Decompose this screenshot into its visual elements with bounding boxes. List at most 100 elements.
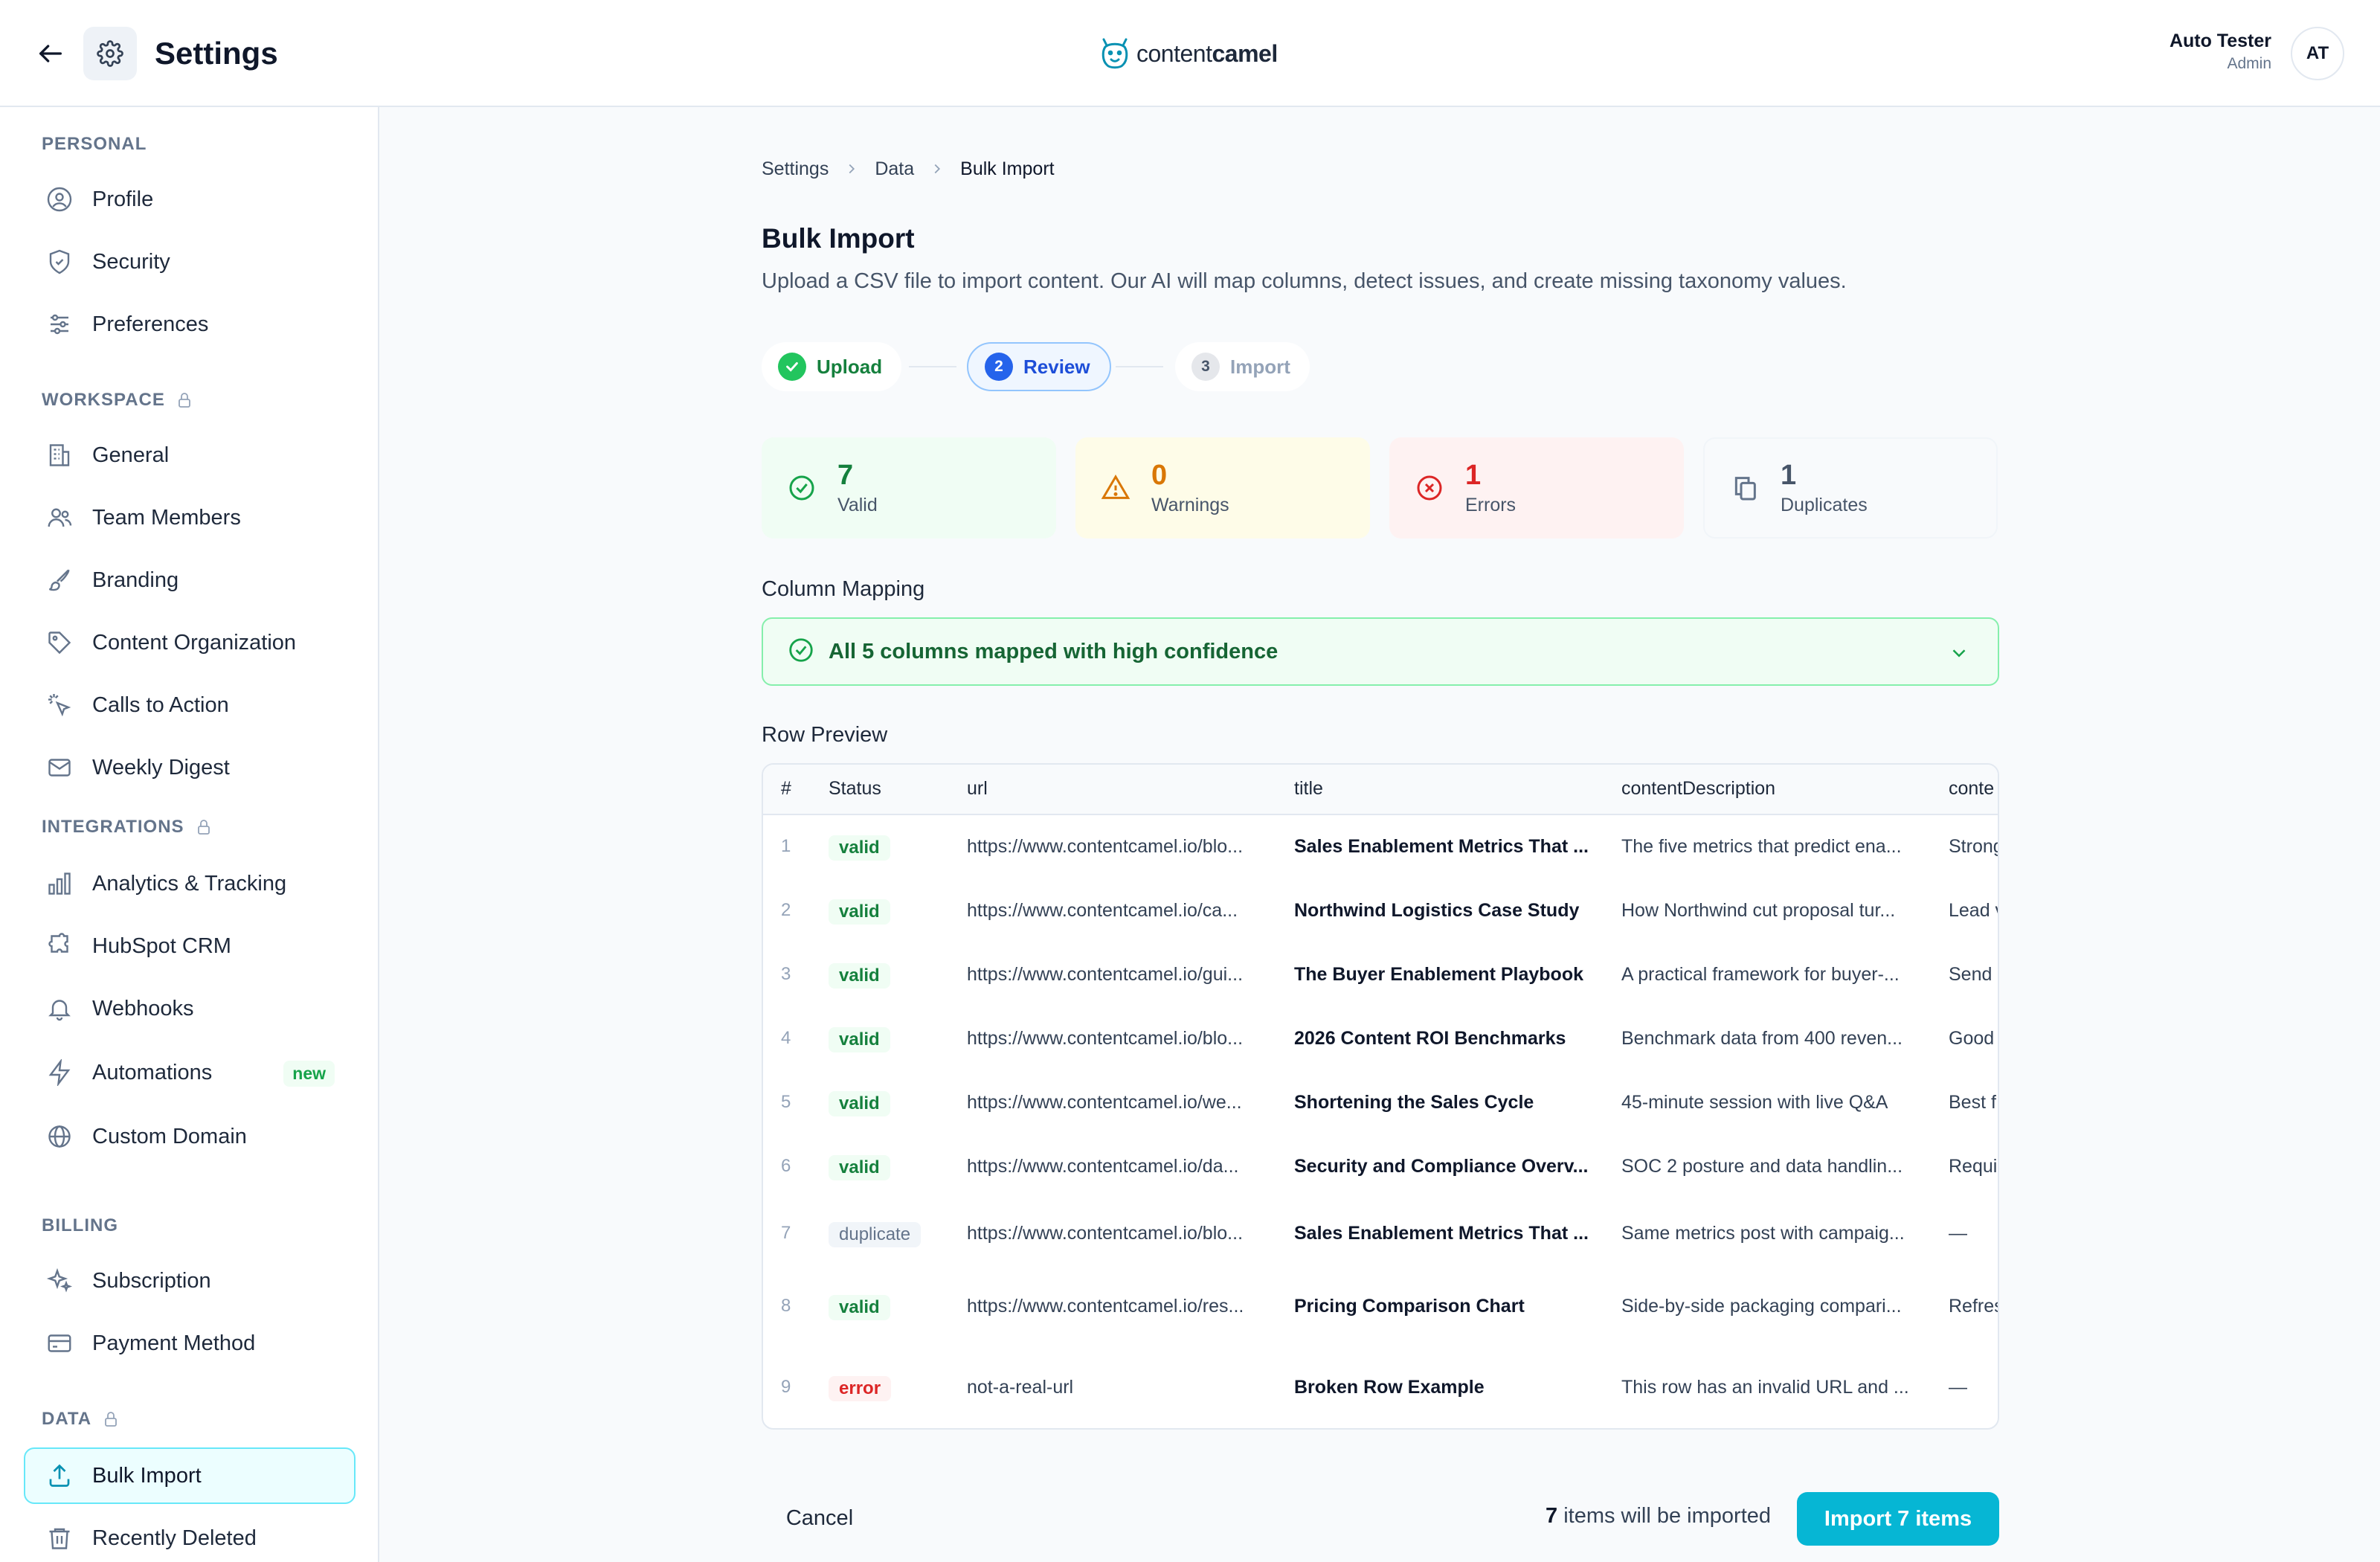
check-icon — [778, 353, 806, 381]
table-row[interactable]: 9 not-a-real-url Broken Row Example This ro… — [763, 1345, 1998, 1428]
section-label-billing: BILLING — [42, 1215, 118, 1235]
table-row[interactable]: 3 https://www.contentcamel.io/gui... The B… — [763, 943, 1998, 1007]
cell-title: Security and Compliance Overv... — [1294, 1156, 1589, 1177]
row-number: 9 — [781, 1377, 791, 1397]
settings-sidebar: PERSONAL Profile Security Preferences WO… — [0, 107, 379, 1562]
sidebar-item-recently-deleted[interactable]: Recently Deleted — [24, 1510, 356, 1562]
column-header: conte — [1949, 778, 1995, 799]
sidebar-item-label: Preferences — [92, 312, 209, 336]
cell-description: How Northwind cut proposal tur... — [1621, 900, 1896, 921]
upload-icon — [45, 1461, 74, 1491]
copy-icon — [1728, 472, 1761, 504]
table-header: # Status url title contentDescription co… — [763, 765, 1998, 815]
status-badge: valid — [829, 963, 890, 989]
table-row[interactable]: 4 https://www.contentcamel.io/blo... 2026 … — [763, 1007, 1998, 1071]
row-number: 3 — [781, 964, 791, 984]
pointer-click-icon — [45, 690, 74, 720]
cell-url: https://www.contentcamel.io/ca... — [967, 900, 1238, 921]
sidebar-item-label: Content Organization — [92, 630, 297, 655]
users-icon — [45, 503, 74, 533]
page-title: Bulk Import — [762, 223, 915, 254]
sidebar-item-calls-to-action[interactable]: Calls to Action — [24, 677, 356, 733]
cell-extra: — — [1949, 1223, 1967, 1244]
sidebar-item-bulk-import[interactable]: Bulk Import — [24, 1447, 356, 1504]
step-number: 3 — [1191, 353, 1220, 381]
step-number: 2 — [985, 353, 1013, 381]
back-button[interactable] — [31, 34, 70, 73]
tag-icon — [45, 628, 74, 658]
table-row[interactable]: 2 https://www.contentcamel.io/ca... Northw… — [763, 879, 1998, 943]
sidebar-item-automations[interactable]: Automations new — [24, 1044, 356, 1101]
chevron-down-icon[interactable] — [1944, 638, 1974, 668]
table-row[interactable]: 5 https://www.contentcamel.io/we... Shorte… — [763, 1071, 1998, 1135]
page-header-title: Settings — [155, 36, 278, 71]
table-row[interactable]: 7 https://www.contentcamel.io/blo... Sales… — [763, 1199, 1998, 1269]
cell-url: https://www.contentcamel.io/res... — [967, 1296, 1244, 1317]
contentcamel-logo[interactable]: contentcamel — [1098, 33, 1278, 74]
top-header: Settings contentcamel Auto Tester Admin … — [0, 0, 2380, 107]
row-preview-heading: Row Preview — [762, 723, 888, 747]
cell-title: The Buyer Enablement Playbook — [1294, 964, 1583, 985]
table-row[interactable]: 8 https://www.contentcamel.io/res... Prici… — [763, 1269, 1998, 1345]
step-label: Review — [1023, 355, 1090, 378]
breadcrumb: Settings Data Bulk Import — [762, 156, 1055, 181]
cell-url: https://www.contentcamel.io/blo... — [967, 836, 1244, 857]
sliders-icon — [45, 309, 74, 339]
warning-triangle-icon — [1099, 472, 1132, 504]
sidebar-item-label: Calls to Action — [92, 692, 229, 717]
sidebar-item-label: Webhooks — [92, 996, 194, 1021]
lightning-icon — [45, 1058, 74, 1087]
sidebar-item-branding[interactable]: Branding — [24, 552, 356, 608]
breadcrumb-link-settings[interactable]: Settings — [762, 158, 829, 180]
sidebar-item-general[interactable]: General — [24, 427, 356, 483]
sidebar-item-hubspot[interactable]: HubSpot CRM — [24, 918, 356, 974]
sidebar-item-label: Subscription — [92, 1268, 211, 1293]
cell-extra: Lead v — [1949, 900, 1999, 921]
table-row[interactable]: 6 https://www.contentcamel.io/da... Securi… — [763, 1135, 1998, 1199]
column-header: Status — [829, 778, 881, 799]
cell-extra: Best f — [1949, 1092, 1996, 1113]
sidebar-item-custom-domain[interactable]: Custom Domain — [24, 1108, 356, 1165]
user-circle-icon — [45, 184, 74, 214]
sidebar-item-analytics[interactable]: Analytics & Tracking — [24, 855, 356, 912]
row-number: 7 — [781, 1223, 791, 1243]
sidebar-item-security[interactable]: Security — [24, 234, 356, 290]
sidebar-item-label: HubSpot CRM — [92, 933, 231, 958]
sidebar-item-label: General — [92, 443, 170, 467]
step-review[interactable]: 2 Review — [967, 342, 1111, 391]
check-circle-icon — [785, 472, 818, 504]
cell-url: https://www.contentcamel.io/blo... — [967, 1028, 1244, 1049]
sidebar-item-label: Profile — [92, 187, 154, 211]
stat-card-valid: 7 Valid — [762, 437, 1056, 539]
cell-title: 2026 Content ROI Benchmarks — [1294, 1028, 1566, 1049]
import-button[interactable]: Import 7 items — [1797, 1492, 1999, 1546]
cell-extra: — — [1949, 1377, 1967, 1398]
sidebar-item-team-members[interactable]: Team Members — [24, 489, 356, 546]
sidebar-item-webhooks[interactable]: Webhooks — [24, 980, 356, 1037]
page-subtitle: Upload a CSV file to import content. Our… — [762, 269, 1847, 293]
avatar[interactable]: AT — [2291, 27, 2344, 80]
status-badge: valid — [829, 1091, 890, 1116]
table-row[interactable]: 1 https://www.contentcamel.io/blo... Sales… — [763, 815, 1998, 879]
sidebar-item-content-organization[interactable]: Content Organization — [24, 614, 356, 671]
row-number: 4 — [781, 1028, 791, 1048]
sidebar-item-subscription[interactable]: Subscription — [24, 1253, 356, 1309]
cell-url: https://www.contentcamel.io/we... — [967, 1092, 1242, 1113]
cell-url: https://www.contentcamel.io/da... — [967, 1156, 1239, 1177]
user-info[interactable]: Auto Tester Admin — [2170, 28, 2271, 74]
sidebar-item-weekly-digest[interactable]: Weekly Digest — [24, 739, 356, 796]
sidebar-item-label: Automations — [92, 1060, 213, 1084]
sidebar-item-preferences[interactable]: Preferences — [24, 296, 356, 353]
new-badge: new — [283, 1061, 335, 1087]
stat-value: 7 — [837, 460, 854, 491]
step-upload[interactable]: Upload — [762, 342, 902, 391]
sidebar-item-payment-method[interactable]: Payment Method — [24, 1315, 356, 1372]
cell-description: This row has an invalid URL and ... — [1621, 1377, 1909, 1398]
bar-chart-icon — [45, 869, 74, 899]
row-preview-table[interactable]: # Status url title contentDescription co… — [762, 763, 1999, 1430]
sidebar-item-profile[interactable]: Profile — [24, 171, 356, 228]
breadcrumb-link-data[interactable]: Data — [875, 158, 914, 180]
cancel-button[interactable]: Cancel — [762, 1486, 878, 1550]
column-mapping-panel[interactable]: All 5 columns mapped with high confidenc… — [762, 617, 1999, 686]
stat-label: Warnings — [1151, 495, 1229, 515]
